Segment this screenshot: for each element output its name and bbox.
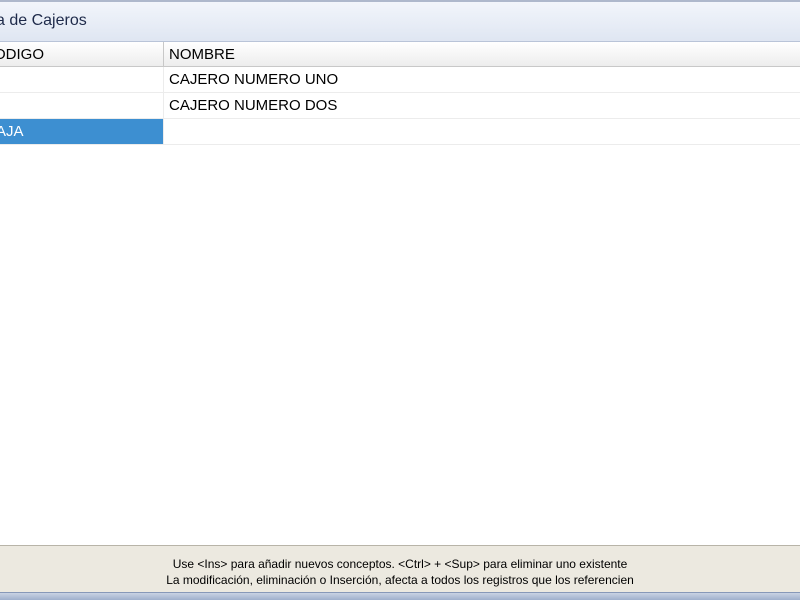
window-title: a de Cajeros [0,12,87,29]
table-row[interactable]: AJA [0,119,800,145]
help-text-line-1: Use <Ins> para añadir nuevos conceptos. … [172,557,628,571]
column-header-nombre[interactable]: NOMBRE [164,42,800,67]
table-row[interactable]: CAJERO NUMERO DOS [0,93,800,119]
cajeros-grid[interactable]: ODIGO NOMBRE CAJERO NUMERO UNO CAJERO NU… [0,42,800,545]
window-bottom-border [0,592,800,600]
column-header-codigo[interactable]: ODIGO [0,42,164,67]
cell-codigo-selected[interactable]: AJA [0,119,164,144]
title-bar[interactable]: a de Cajeros [0,0,800,42]
cajeros-window: a de Cajeros ODIGO NOMBRE CAJERO NUMERO … [0,0,800,600]
cell-nombre[interactable] [164,119,800,144]
cell-codigo[interactable] [0,93,164,118]
help-status-bar: Use <Ins> para añadir nuevos conceptos. … [0,545,800,592]
help-text-line-2: La modificación, eliminación o Inserción… [166,573,634,587]
cell-codigo-text: AJA [0,123,24,140]
table-row[interactable]: CAJERO NUMERO UNO [0,67,800,93]
column-header-codigo-label: ODIGO [0,46,45,63]
cell-nombre[interactable]: CAJERO NUMERO DOS [164,93,800,118]
cell-codigo[interactable] [0,67,164,92]
column-header-nombre-label: NOMBRE [169,46,235,63]
cell-nombre[interactable]: CAJERO NUMERO UNO [164,67,800,92]
